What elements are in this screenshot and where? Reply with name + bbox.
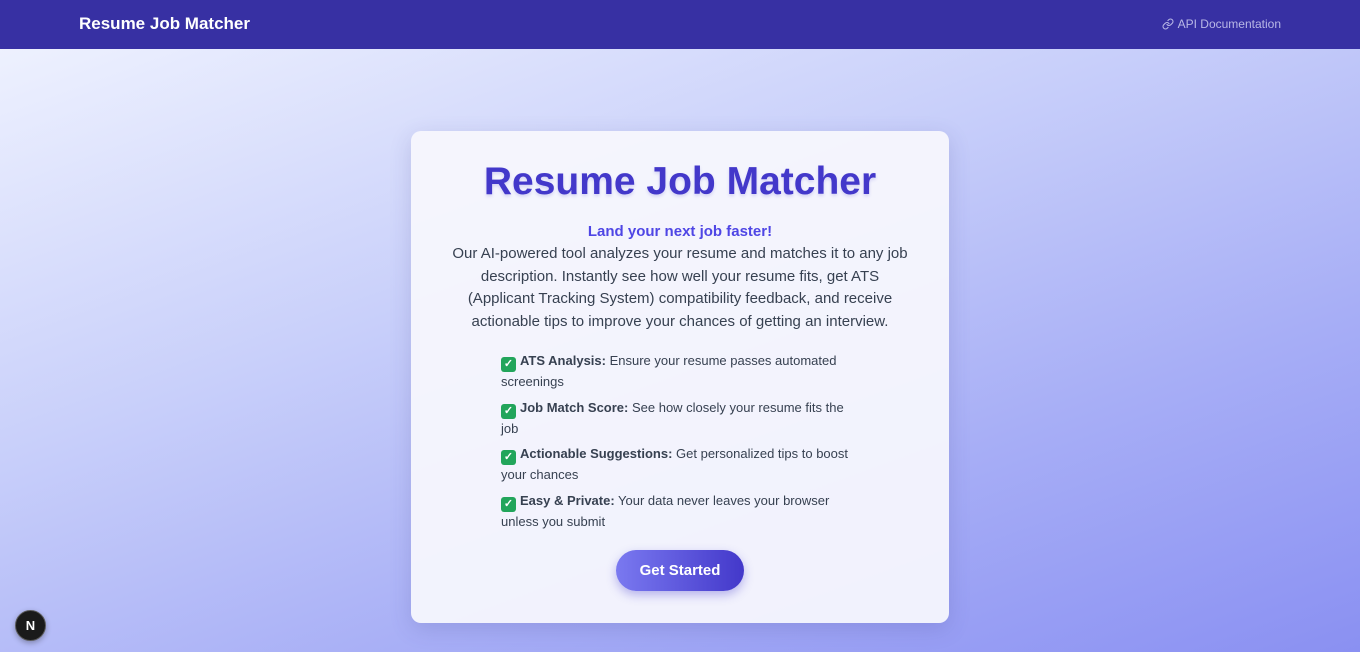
feature-item-ats-analysis: ✓ ATS Analysis: Ensure your resume passes… xyxy=(501,351,851,392)
feature-title: Easy & Private: xyxy=(520,492,615,508)
get-started-button[interactable]: Get Started xyxy=(616,550,744,591)
feature-list: ✓ ATS Analysis: Ensure your resume passes… xyxy=(501,351,861,537)
api-documentation-label: API Documentation xyxy=(1177,17,1281,31)
brand-title[interactable]: Resume Job Matcher xyxy=(79,14,250,34)
hero-title: Resume Job Matcher xyxy=(483,160,877,203)
top-navbar: Resume Job Matcher API Documentation xyxy=(0,0,1360,49)
feature-title: Job Match Score: xyxy=(520,399,629,415)
hero-description: Our AI-powered tool analyzes your resume… xyxy=(452,245,908,330)
nextjs-dev-indicator[interactable]: N xyxy=(15,610,46,641)
feature-title: Actionable Suggestions: xyxy=(520,446,673,461)
hero-card: Resume Job Matcher Land your next job fa… xyxy=(411,131,949,623)
nextjs-logo-icon: N xyxy=(25,618,36,633)
checkmark-icon: ✓ xyxy=(501,450,516,465)
hero-tagline: Land your next job faster! xyxy=(587,223,773,240)
link-icon xyxy=(1162,18,1174,30)
checkmark-icon: ✓ xyxy=(501,357,516,372)
feature-title: ATS Analysis: xyxy=(520,353,606,368)
checkmark-icon: ✓ xyxy=(501,496,516,512)
feature-item-easy-private: ✓ Easy & Private: Your data never leaves … xyxy=(501,491,851,532)
feature-item-actionable-suggestions: ✓ Actionable Suggestions: Get personalize… xyxy=(501,444,851,485)
api-documentation-link[interactable]: API Documentation xyxy=(1162,17,1281,31)
checkmark-icon: ✓ xyxy=(501,403,516,419)
feature-item-job-match-score: ✓ Job Match Score: See how closely your r… xyxy=(501,398,851,439)
